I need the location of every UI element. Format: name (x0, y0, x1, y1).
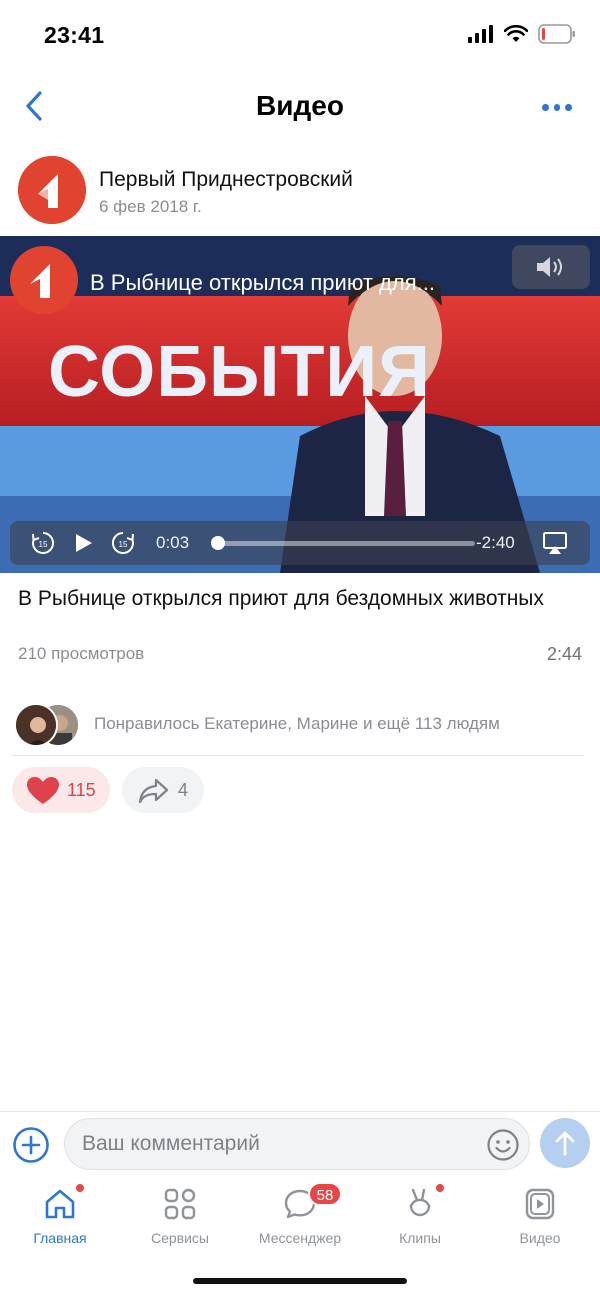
remaining-time: -2:40 (476, 533, 515, 552)
tab-video[interactable]: Видео (480, 1180, 600, 1250)
comment-bar (0, 1111, 600, 1177)
tab-clips[interactable]: Клипы (360, 1180, 480, 1250)
nav-bar: Видео (0, 72, 600, 142)
liker-avatars (14, 703, 84, 747)
volume-button[interactable] (512, 245, 590, 289)
arrow-up-icon (555, 1131, 575, 1156)
channel-name[interactable]: Первый Приднестровский (99, 168, 353, 192)
speaker-icon (537, 257, 562, 277)
channel-header[interactable]: Первый Приднестровский 6 фев 2018 г. (18, 156, 582, 228)
banner-text: СОБЫТИЯ (48, 332, 431, 412)
notification-dot (76, 1184, 84, 1192)
add-attachment-icon[interactable] (12, 1126, 50, 1164)
battery-icon (538, 24, 575, 44)
home-icon (45, 1189, 75, 1219)
elapsed-time: 0:03 (156, 533, 190, 552)
more-dot-icon (565, 103, 573, 111)
channel-logo-icon (18, 156, 86, 224)
status-time: 23:41 (44, 22, 105, 48)
video-channel-logo (10, 246, 78, 314)
video-overlay-title: В Рыбнице открылся приют для... (90, 270, 435, 295)
page-title: Видео (256, 90, 344, 121)
video-icon (525, 1188, 555, 1220)
progress-knob[interactable] (211, 536, 226, 550)
channel-avatar[interactable] (18, 156, 86, 224)
avatar (14, 703, 58, 747)
progress-track[interactable] (213, 541, 475, 546)
tab-services[interactable]: Сервисы (120, 1180, 240, 1250)
unread-badge: 58 (308, 1182, 342, 1206)
video-duration: 2:44 (546, 644, 582, 664)
play-icon[interactable] (70, 530, 96, 556)
tab-label: Мессенджер (258, 1230, 342, 1246)
channel-logo-icon (10, 246, 78, 314)
like-button[interactable]: 115 (12, 767, 110, 813)
signal-icon (468, 25, 493, 43)
tab-label: Главная (33, 1230, 87, 1246)
airplay-icon[interactable] (542, 530, 568, 556)
tab-label: Клипы (399, 1230, 441, 1246)
share-arrow-icon (138, 778, 169, 804)
send-button[interactable] (540, 1118, 590, 1168)
share-count: 4 (178, 780, 189, 800)
likes-summary[interactable]: Понравилось Екатерине, Марине и ещё 113 … (14, 700, 584, 748)
grid-icon (164, 1188, 196, 1220)
more-dot-icon (553, 103, 561, 111)
status-bar: 23:41 (0, 0, 600, 70)
tab-home[interactable]: Главная (0, 1180, 120, 1250)
status-icons (468, 24, 576, 44)
forward-15-icon[interactable]: 15 (110, 530, 136, 556)
tab-label: Сервисы (150, 1230, 209, 1246)
forward-seconds-label: 15 (119, 540, 128, 549)
tab-label: Видео (519, 1230, 561, 1246)
comment-input[interactable] (64, 1118, 530, 1170)
notification-dot (436, 1184, 444, 1192)
share-button[interactable]: 4 (122, 767, 204, 813)
more-dot-icon (542, 103, 549, 111)
divider (12, 755, 584, 756)
likes-text: Понравилось Екатерине, Марине и ещё 113 … (94, 714, 500, 733)
clips-icon (409, 1188, 431, 1217)
rewind-seconds-label: 15 (39, 540, 48, 549)
home-indicator (193, 1278, 407, 1284)
post-date: 6 фев 2018 г. (99, 197, 202, 216)
player-controls: 15 15 0:03 -2:40 (10, 521, 590, 565)
view-count: 210 просмотров (18, 644, 145, 663)
more-button[interactable] (542, 100, 573, 114)
emoji-icon[interactable] (486, 1128, 520, 1162)
video-title: В Рыбнице открылся приют для бездомных ж… (18, 587, 544, 610)
wifi-icon (504, 25, 528, 42)
rewind-15-icon[interactable]: 15 (30, 530, 56, 556)
tab-messenger[interactable]: 58 Мессенджер (240, 1180, 360, 1250)
heart-icon (27, 777, 59, 804)
like-count: 115 (67, 780, 96, 800)
